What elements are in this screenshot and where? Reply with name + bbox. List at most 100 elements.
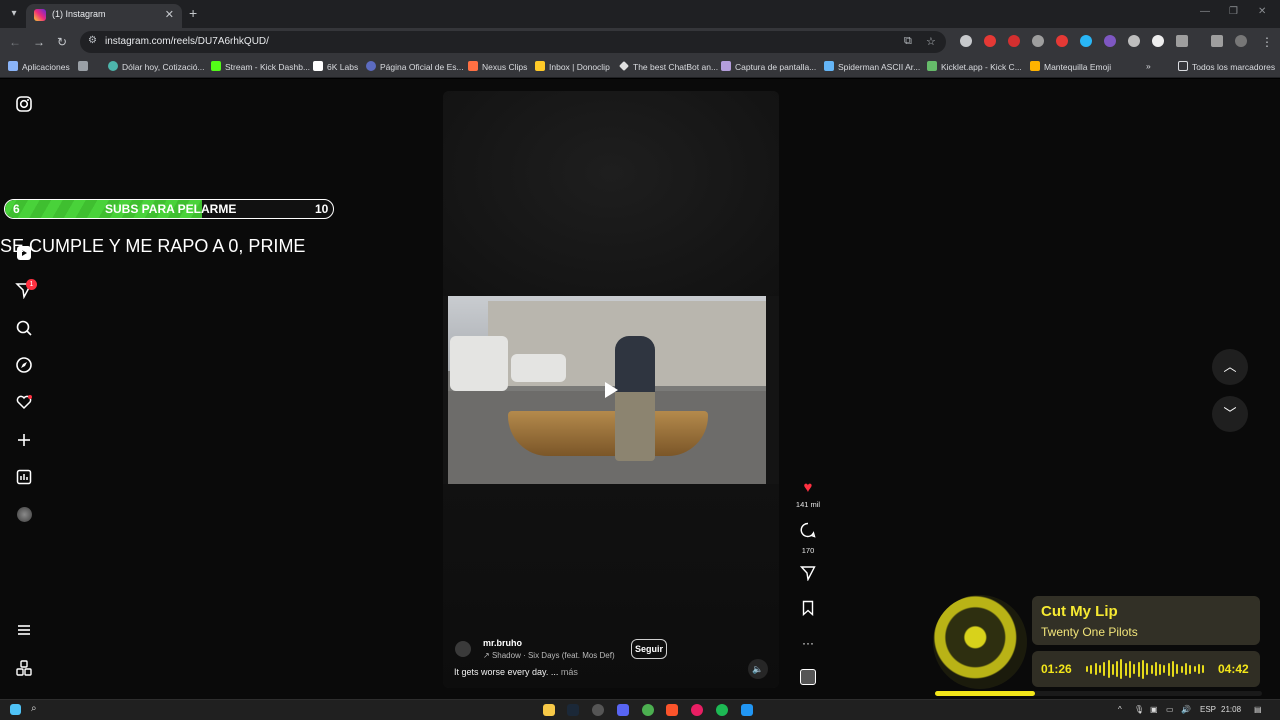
previous-reel-button[interactable]: ︿ bbox=[1212, 349, 1248, 385]
microphone-icon[interactable]: 🎙 bbox=[1134, 705, 1144, 714]
nexus-icon bbox=[468, 61, 478, 71]
address-bar[interactable]: ⚙ instagram.com/reels/DU7A6rhkQUD/ ⧉ ☆ bbox=[80, 31, 946, 53]
next-reel-button[interactable]: ﹀ bbox=[1212, 396, 1248, 432]
create-plus-icon[interactable] bbox=[15, 431, 33, 449]
tray-overflow-icon[interactable]: ^ bbox=[1118, 705, 1122, 714]
spotify-icon[interactable] bbox=[716, 704, 728, 716]
network-icon[interactable]: ▭ bbox=[1166, 705, 1174, 714]
adblock-extension-icon[interactable] bbox=[1008, 35, 1020, 47]
play-icon[interactable] bbox=[605, 382, 618, 398]
extension-icon[interactable] bbox=[1032, 35, 1044, 47]
bookmark-item[interactable]: 6K Labs bbox=[313, 61, 358, 72]
notifications-tray-icon[interactable]: ▤ bbox=[1254, 705, 1262, 714]
install-app-icon[interactable]: ⧉ bbox=[904, 35, 912, 48]
eye-icon bbox=[366, 61, 376, 71]
more-menu-icon[interactable] bbox=[15, 621, 33, 639]
waveform-bar bbox=[1159, 663, 1162, 675]
comment-button[interactable]: 170 bbox=[793, 522, 823, 555]
discord-icon[interactable] bbox=[617, 704, 629, 716]
extension-icon[interactable] bbox=[960, 35, 972, 47]
caption-more-link[interactable]: más bbox=[561, 667, 578, 677]
explore-compass-icon[interactable] bbox=[15, 356, 33, 374]
like-button[interactable]: ♥ 141 mil bbox=[793, 479, 823, 509]
bookmark-item[interactable]: Inbox | Donoclip bbox=[535, 61, 610, 72]
brave-icon[interactable] bbox=[666, 704, 678, 716]
comment-icon bbox=[800, 522, 816, 538]
bookmark-item[interactable]: Dólar hoy, Cotizació... bbox=[108, 61, 205, 72]
bookmark-item[interactable] bbox=[78, 61, 92, 72]
minimize-icon[interactable]: — bbox=[1200, 6, 1210, 17]
extension-icon[interactable] bbox=[1056, 35, 1068, 47]
notification-badge: 1 bbox=[26, 279, 37, 290]
waveform-bar bbox=[1116, 661, 1119, 677]
bookmark-item[interactable]: Stream - Kick Dashb... bbox=[211, 61, 310, 72]
clock[interactable]: 21:08 bbox=[1221, 705, 1241, 714]
tab-search-icon[interactable]: ▾ bbox=[6, 6, 22, 22]
taskbar-search-icon[interactable]: ⌕ bbox=[31, 703, 37, 714]
profile-avatar[interactable] bbox=[17, 507, 32, 522]
waveform-bar bbox=[1090, 664, 1093, 674]
file-explorer-icon[interactable] bbox=[543, 704, 555, 716]
back-icon[interactable]: ← bbox=[9, 34, 21, 50]
save-button[interactable] bbox=[793, 600, 823, 621]
bookmarks-folder[interactable]: Todos los marcadores bbox=[1178, 61, 1275, 72]
bookmark-item[interactable]: Spiderman ASCII Ar... bbox=[824, 61, 920, 72]
tab-close-icon[interactable]: ✕ bbox=[165, 8, 174, 21]
bookmark-item[interactable]: Mantequilla Emoji bbox=[1030, 61, 1111, 72]
volume-tray-icon[interactable]: 🔊 bbox=[1181, 705, 1191, 714]
close-window-icon[interactable]: ✕ bbox=[1258, 6, 1266, 17]
reload-icon[interactable]: ↻ bbox=[57, 34, 67, 50]
comment-count: 170 bbox=[801, 546, 815, 555]
tab-instagram[interactable]: (1) Instagram ✕ bbox=[26, 4, 182, 28]
dashboard-icon[interactable] bbox=[15, 468, 33, 486]
bookmarks-bar: Aplicaciones Dólar hoy, Cotizació... Str… bbox=[0, 56, 1280, 78]
extension-icon[interactable] bbox=[1104, 35, 1116, 47]
language-indicator[interactable]: ESP bbox=[1200, 705, 1216, 714]
search-icon[interactable] bbox=[15, 319, 33, 337]
more-options-icon[interactable]: ··· bbox=[793, 634, 823, 652]
share-button[interactable] bbox=[793, 565, 823, 586]
reel-audio[interactable]: ↗ Shadow · Six Days (feat. Mos Def) bbox=[483, 651, 615, 660]
browser-menu-icon[interactable]: ⋮ bbox=[1261, 34, 1273, 50]
profile-avatar-icon[interactable] bbox=[1235, 35, 1247, 47]
media-player-icon[interactable] bbox=[691, 704, 703, 716]
bookmarks-overflow-icon[interactable]: » bbox=[1146, 61, 1151, 71]
extensions-puzzle-icon[interactable] bbox=[1176, 35, 1188, 47]
bookmark-apps[interactable]: Aplicaciones bbox=[8, 61, 70, 72]
extension-icon[interactable] bbox=[1080, 35, 1092, 47]
author-avatar[interactable] bbox=[455, 641, 471, 657]
extension-icon[interactable] bbox=[1128, 35, 1140, 47]
steam-icon[interactable] bbox=[567, 704, 579, 716]
forward-icon[interactable]: → bbox=[33, 34, 45, 50]
bookmark-star-icon[interactable]: ☆ bbox=[926, 35, 936, 48]
tab-bar: ▾ (1) Instagram ✕ + — ❐ ✕ bbox=[0, 0, 1280, 28]
url-text[interactable]: instagram.com/reels/DU7A6rhkQUD/ bbox=[105, 36, 269, 47]
bookmark-item[interactable]: Nexus Clips bbox=[468, 61, 527, 72]
notifications-heart-icon[interactable] bbox=[15, 393, 33, 411]
reel-player[interactable]: mr.bruho ↗ Shadow · Six Days (feat. Mos … bbox=[443, 91, 779, 688]
bookmark-item[interactable]: The best ChatBot an... bbox=[619, 61, 718, 72]
chrome-icon[interactable] bbox=[642, 704, 654, 716]
bookmark-item[interactable]: Página Oficial de Es... bbox=[366, 61, 464, 72]
follow-button[interactable]: Seguir bbox=[631, 639, 667, 659]
playback-bar: 01:26 04:42 bbox=[1032, 651, 1260, 687]
site-info-icon[interactable]: ⚙ bbox=[88, 35, 97, 46]
instagram-logo-icon[interactable] bbox=[15, 95, 33, 113]
extension-icon[interactable] bbox=[984, 35, 996, 47]
reel-video[interactable] bbox=[448, 296, 766, 484]
volume-icon[interactable]: 🔈 bbox=[748, 659, 768, 679]
app-icon[interactable] bbox=[741, 704, 753, 716]
waveform-bar bbox=[1133, 664, 1136, 674]
bookmark-item[interactable]: Kicklet.app - Kick C... bbox=[927, 61, 1022, 72]
audio-thumbnail[interactable] bbox=[793, 669, 823, 685]
bookmark-item[interactable]: Captura de pantalla... bbox=[721, 61, 816, 72]
also-from-meta-icon[interactable] bbox=[15, 659, 33, 677]
extension-icon[interactable] bbox=[1152, 35, 1164, 47]
obs-icon[interactable] bbox=[592, 704, 604, 716]
restore-icon[interactable]: ❐ bbox=[1229, 6, 1238, 17]
new-tab-button[interactable]: + bbox=[189, 5, 197, 21]
tray-app-icon[interactable]: ▣ bbox=[1150, 705, 1158, 714]
windows-start-icon[interactable] bbox=[10, 704, 21, 715]
author-name[interactable]: mr.bruho bbox=[483, 638, 522, 648]
reading-list-icon[interactable] bbox=[1211, 35, 1223, 47]
